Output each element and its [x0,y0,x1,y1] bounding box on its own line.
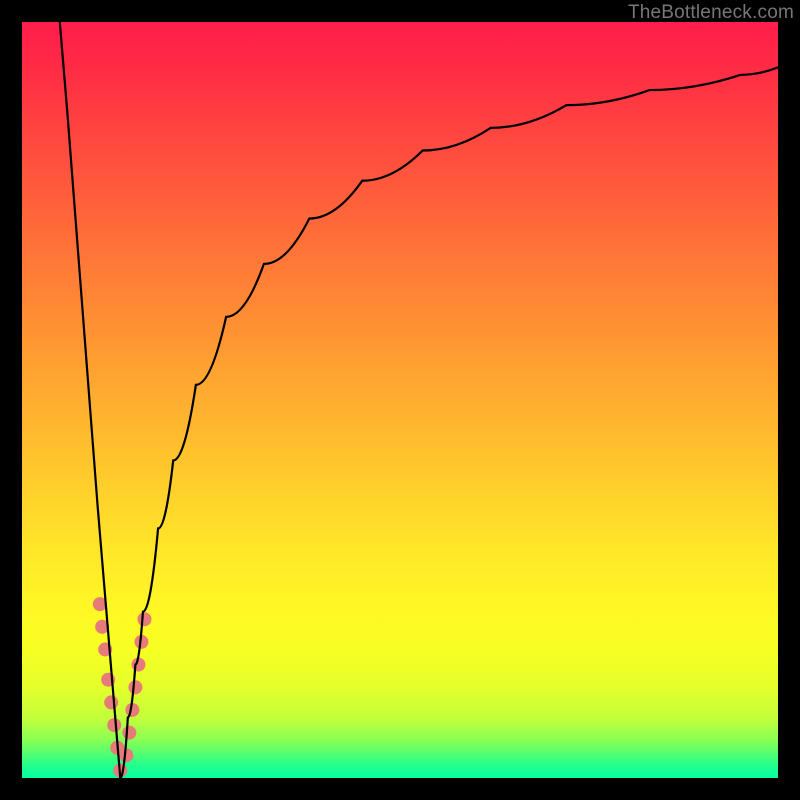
curves-layer [22,22,778,778]
marker-dot [122,726,136,740]
curve-right-branch [120,67,778,778]
plot-area [22,22,778,778]
marker-dot [104,695,118,709]
marker-dot [107,718,121,732]
curve-left-branch [60,22,120,778]
watermark-text: TheBottleneck.com [628,2,794,24]
marker-dot [137,612,151,626]
marker-dot [128,680,142,694]
chart-frame: TheBottleneck.com [0,0,800,800]
